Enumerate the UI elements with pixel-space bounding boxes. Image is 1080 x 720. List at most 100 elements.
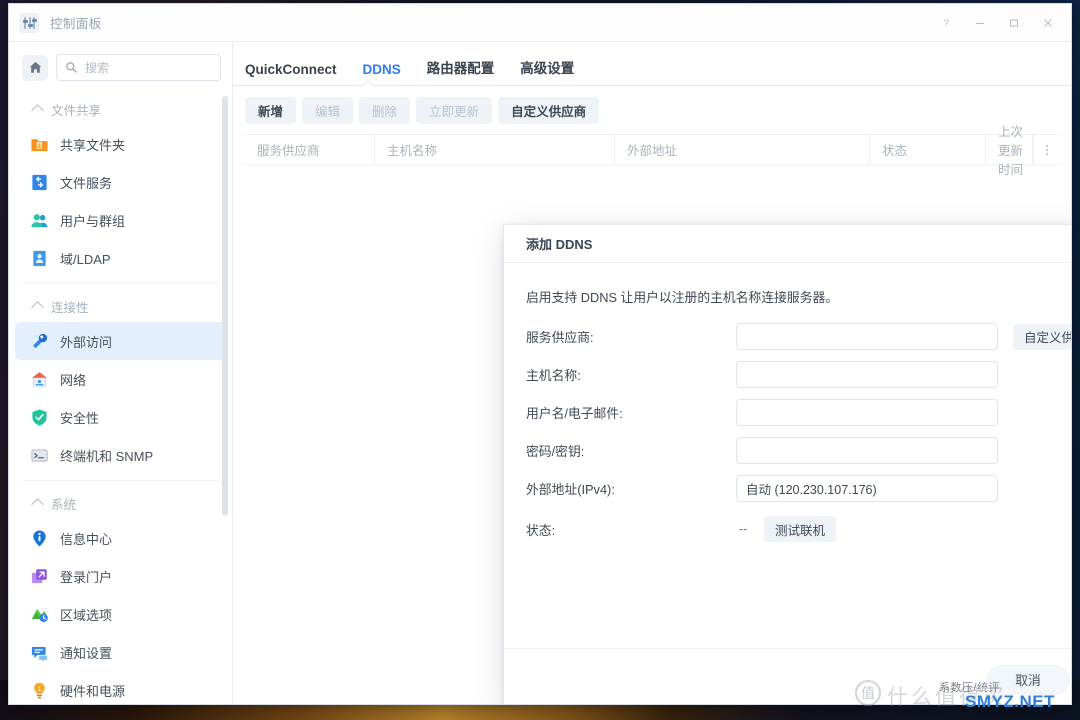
- password-key-input[interactable]: [736, 437, 998, 464]
- tab-active-caret: [361, 79, 375, 87]
- sidebar-item-file-service[interactable]: 文件服务: [15, 163, 226, 201]
- sidebar-item-regional-options[interactable]: 区域选项: [15, 595, 226, 633]
- dialog-header: 添加 DDNS: [504, 225, 1071, 263]
- test-connection-button[interactable]: 测试联机: [764, 516, 837, 542]
- label-hostname: 主机名称:: [526, 368, 581, 383]
- sidebar-item-label: 安全性: [60, 410, 100, 426]
- label-username: 用户名/电子邮件:: [526, 406, 623, 421]
- home-icon[interactable]: [22, 54, 48, 81]
- search-input[interactable]: 搜索: [56, 54, 221, 81]
- label-provider: 服务供应商:: [526, 330, 594, 345]
- tab-advanced-settings[interactable]: 高级设置: [520, 57, 574, 86]
- cancel-button[interactable]: 取消: [986, 664, 1070, 695]
- network-icon: [30, 370, 49, 389]
- tab-router-config[interactable]: 路由器配置: [427, 57, 495, 86]
- sidebar-item-label: 登录门户: [60, 569, 113, 585]
- search-icon: [66, 62, 77, 73]
- file-service-icon: [30, 173, 49, 192]
- label-password: 密码/密钥:: [526, 444, 585, 459]
- close-icon[interactable]: [1031, 8, 1065, 38]
- custom-provider-dialog-button[interactable]: 自定义供应商: [1013, 323, 1071, 350]
- sidebar-item-shared-folder[interactable]: 共享文件夹: [15, 125, 226, 163]
- field-row-status: 状态: -- 测试联机: [526, 516, 1071, 542]
- sidebar-item-external-access[interactable]: 外部访问: [15, 322, 226, 360]
- hostname-input[interactable]: [736, 361, 998, 388]
- domain-ldap-icon: [30, 249, 49, 268]
- custom-provider-button[interactable]: 自定义供应商: [498, 97, 600, 124]
- sidebar-group-file-sharing[interactable]: 文件共享: [9, 93, 232, 125]
- sidebar-group-connectivity[interactable]: 连接性: [9, 290, 232, 322]
- sidebar-group-label: 文件共享: [51, 103, 102, 118]
- svg-text:?: ?: [943, 18, 949, 29]
- chevron-up-icon: [31, 104, 44, 117]
- column-header-hostname[interactable]: 主机名称: [375, 135, 615, 164]
- sidebar-item-notification[interactable]: 通知设置: [15, 633, 226, 671]
- sidebar-item-network[interactable]: 网络: [15, 360, 226, 398]
- sidebar-item-terminal-snmp[interactable]: 终端机和 SNMP: [15, 436, 226, 474]
- sidebar-group-label: 连接性: [51, 300, 89, 315]
- login-portal-icon: [30, 567, 49, 586]
- external-access-icon: [30, 332, 49, 351]
- sidebar: 搜索 文件共享 共享文件夹 文件服务 用户与群组 域/LDAP 连接性 外部访问…: [9, 42, 233, 704]
- column-header-status[interactable]: 状态: [870, 135, 986, 164]
- column-header-provider[interactable]: 服务供应商: [245, 135, 375, 164]
- help-icon[interactable]: ?: [929, 8, 963, 38]
- sidebar-item-label: 域/LDAP: [60, 251, 111, 267]
- sidebar-item-label: 外部访问: [60, 334, 113, 350]
- sidebar-item-login-portal[interactable]: 登录门户: [15, 557, 226, 595]
- sidebar-item-users-groups[interactable]: 用户与群组: [15, 201, 226, 239]
- info-center-icon: [30, 529, 49, 548]
- minimize-icon[interactable]: [963, 8, 997, 38]
- control-panel-icon: [19, 12, 39, 33]
- chevron-up-icon: [31, 301, 44, 314]
- window-controls: ?: [929, 8, 1065, 38]
- sidebar-item-label: 文件服务: [60, 175, 113, 191]
- username-email-input[interactable]: [736, 399, 998, 426]
- dialog-footer: 取消 确定: [504, 648, 1071, 704]
- toolbar: 新增 编辑 删除 立即更新 自定义供应商: [233, 86, 1071, 134]
- column-header-last-update[interactable]: 上次更新时间: [986, 125, 1033, 177]
- delete-button[interactable]: 删除: [359, 97, 411, 124]
- tab-bar: QuickConnect DDNS 路由器配置 高级设置: [233, 42, 1071, 86]
- main-content: QuickConnect DDNS 路由器配置 高级设置 新增 编辑 删除 立即…: [233, 42, 1071, 704]
- add-button[interactable]: 新增: [245, 97, 297, 124]
- tab-quickconnect[interactable]: QuickConnect: [245, 62, 337, 86]
- sidebar-item-label: 区域选项: [60, 607, 113, 623]
- kebab-menu-icon[interactable]: [1033, 135, 1059, 164]
- field-row-username: 用户名/电子邮件:: [526, 399, 1071, 426]
- sidebar-search-row: 搜索: [9, 42, 232, 91]
- svg-text:1: 1: [38, 686, 42, 693]
- sidebar-item-domain-ldap[interactable]: 域/LDAP: [15, 239, 226, 277]
- sidebar-group-label: 系统: [51, 497, 77, 512]
- dialog-body: 启用支持 DDNS 让用户以注册的主机名称连接服务器。 服务供应商: 自定义供应…: [504, 263, 1071, 648]
- shared-folder-icon: [30, 135, 49, 154]
- status-value: --: [739, 522, 748, 536]
- sidebar-divider: [23, 480, 218, 481]
- sidebar-item-label: 信息中心: [60, 531, 113, 547]
- sidebar-item-hardware-power[interactable]: 1 硬件和电源: [15, 671, 226, 704]
- sidebar-scrollbar[interactable]: [222, 96, 228, 516]
- sidebar-item-security[interactable]: 安全性: [15, 398, 226, 436]
- sidebar-item-label: 通知设置: [60, 645, 113, 661]
- field-row-external-address: 外部地址(IPv4): 自动 (120.230.107.176): [526, 475, 1071, 502]
- control-panel-window: 控制面板 ? 搜索 文件共享 共享文件夹 文件服务 用户与群组 域/LDAP 连…: [8, 3, 1072, 705]
- label-external-address: 外部地址(IPv4):: [526, 482, 615, 497]
- column-header-external-address[interactable]: 外部地址: [615, 135, 870, 164]
- update-now-button[interactable]: 立即更新: [416, 97, 493, 124]
- regional-options-icon: [30, 605, 49, 624]
- tab-underline: [233, 85, 1071, 86]
- sidebar-item-label: 硬件和电源: [60, 683, 126, 699]
- security-shield-icon: [30, 408, 49, 427]
- maximize-icon[interactable]: [997, 8, 1031, 38]
- provider-select[interactable]: [736, 323, 998, 350]
- hardware-power-icon: 1: [30, 681, 49, 700]
- add-ddns-dialog: 添加 DDNS 启用支持 DDNS 让用户以注册的主机名称连接服务器。 服务供应…: [503, 224, 1071, 704]
- external-address-select[interactable]: 自动 (120.230.107.176): [736, 475, 998, 502]
- field-row-hostname: 主机名称:: [526, 361, 1071, 388]
- sidebar-item-info-center[interactable]: 信息中心: [15, 519, 226, 557]
- edit-button[interactable]: 编辑: [302, 97, 354, 124]
- sidebar-group-system[interactable]: 系统: [9, 487, 232, 519]
- dialog-description: 启用支持 DDNS 让用户以注册的主机名称连接服务器。: [526, 290, 839, 305]
- notification-icon: [30, 643, 49, 662]
- sidebar-item-label: 终端机和 SNMP: [60, 448, 154, 464]
